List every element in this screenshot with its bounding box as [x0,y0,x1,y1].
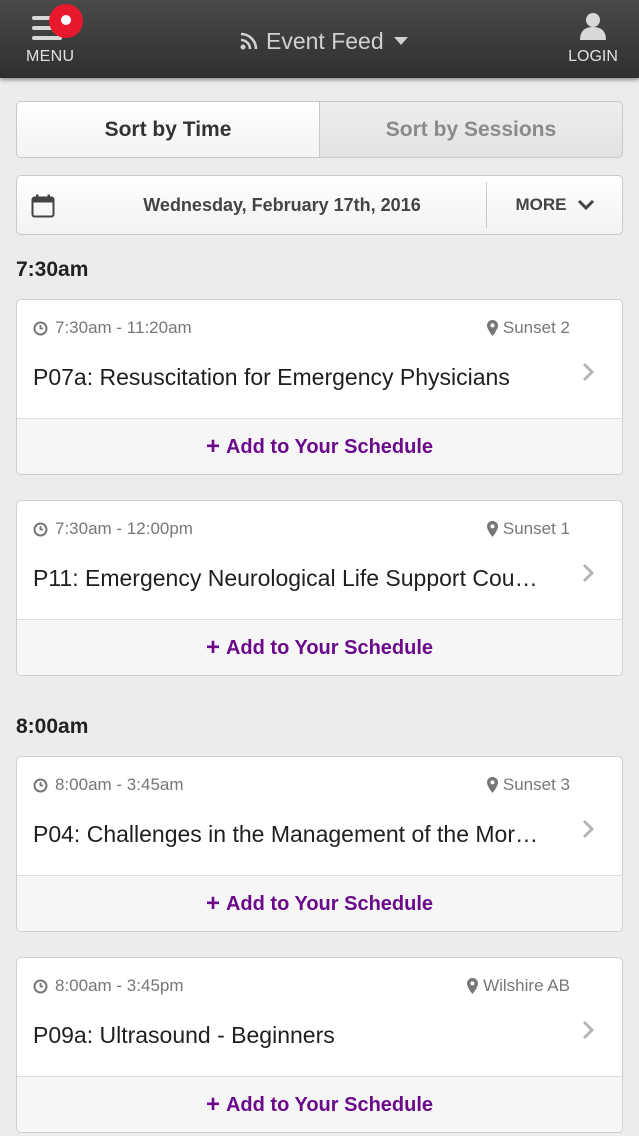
session-location: Sunset 2 [486,318,570,338]
location-label: Sunset 1 [502,519,570,538]
sort-segmented-control: Sort by Time Sort by Sessions [16,101,623,158]
add-to-schedule-label: Add to Your Schedule [225,435,434,458]
top-navigation-bar: MENU Event Feed LOGIN [0,0,639,78]
menu-label: MENU [26,48,75,65]
map-pin-icon [467,978,479,994]
session-card: 7:30am - 11:20am Sunset 2 P07a: Resuscit… [16,299,623,475]
login-button[interactable]: LOGIN [561,10,625,70]
add-to-schedule-button[interactable]: + Add to Your Schedule [17,1076,622,1132]
clock-icon [33,522,48,537]
session-time: 8:00am - 3:45pm [55,976,184,995]
event-feed-dropdown[interactable]: Event Feed [240,24,408,58]
add-to-schedule-button[interactable]: + Add to Your Schedule [17,619,622,675]
session-details-link[interactable]: 8:00am - 3:45am Sunset 3 P04: Challenges… [17,757,622,875]
session-title: P04: Challenges in the Management of the… [33,821,539,847]
plus-icon: + [205,634,220,661]
chevron-right-icon [582,1020,594,1040]
chevron-right-icon [582,362,594,382]
chevron-right-icon [582,819,594,839]
location-label: Wilshire AB [483,976,570,995]
add-to-schedule-label: Add to Your Schedule [225,1093,434,1116]
date-selector: Wednesday, February 17th, 2016 MORE [16,175,623,235]
menu-button[interactable]: MENU [18,4,83,70]
session-card: 8:00am - 3:45pm Wilshire AB P09a: Ultras… [16,957,623,1133]
plus-icon: + [205,890,220,917]
session-time: 8:00am - 3:45am [55,775,184,794]
session-details-link[interactable]: 8:00am - 3:45pm Wilshire AB P09a: Ultras… [17,958,622,1076]
chevron-down-icon [577,199,594,211]
map-pin-icon [486,777,498,793]
time-group-heading: 7:30am [16,258,89,281]
map-pin-icon [486,521,498,537]
session-title: P07a: Resuscitation for Emergency Physic… [33,364,510,390]
clock-icon [33,321,48,336]
session-card: 7:30am - 12:00pm Sunset 1 P11: Emergency… [16,500,623,676]
chevron-right-icon [582,563,594,583]
add-to-schedule-label: Add to Your Schedule [225,636,434,659]
time-group-heading: 8:00am [16,715,89,738]
clock-icon [33,979,48,994]
clock-icon [33,778,48,793]
plus-icon: + [205,1091,220,1118]
sort-by-time-tab[interactable]: Sort by Time [17,102,320,157]
location-label: Sunset 3 [502,775,570,794]
caret-down-icon [393,37,408,45]
more-button[interactable]: MORE [487,176,623,234]
rss-icon [240,32,258,50]
session-details-link[interactable]: 7:30am - 11:20am Sunset 2 P07a: Resuscit… [17,300,622,418]
add-to-schedule-button[interactable]: + Add to Your Schedule [17,418,622,474]
session-title: P11: Emergency Neurological Life Support… [33,565,538,591]
sort-by-sessions-tab[interactable]: Sort by Sessions [320,102,622,157]
map-pin-icon [486,320,498,336]
selected-date[interactable]: Wednesday, February 17th, 2016 [77,176,487,234]
add-to-schedule-label: Add to Your Schedule [225,892,434,915]
more-label: MORE [515,195,567,214]
session-card: 8:00am - 3:45am Sunset 3 P04: Challenges… [16,756,623,932]
login-label: LOGIN [568,48,618,65]
session-details-link[interactable]: 7:30am - 12:00pm Sunset 1 P11: Emergency… [17,501,622,619]
event-feed-title: Event Feed [266,27,384,54]
session-location: Sunset 3 [486,775,570,795]
session-time: 7:30am - 12:00pm [55,519,193,538]
location-label: Sunset 2 [502,318,570,337]
calendar-icon[interactable] [31,194,55,218]
add-to-schedule-button[interactable]: + Add to Your Schedule [17,875,622,931]
notification-badge [49,4,83,38]
session-time: 7:30am - 11:20am [55,318,192,337]
user-icon [580,13,606,40]
session-location: Sunset 1 [486,519,570,539]
session-location: Wilshire AB [467,976,570,996]
plus-icon: + [205,433,220,460]
session-title: P09a: Ultrasound - Beginners [33,1022,335,1048]
